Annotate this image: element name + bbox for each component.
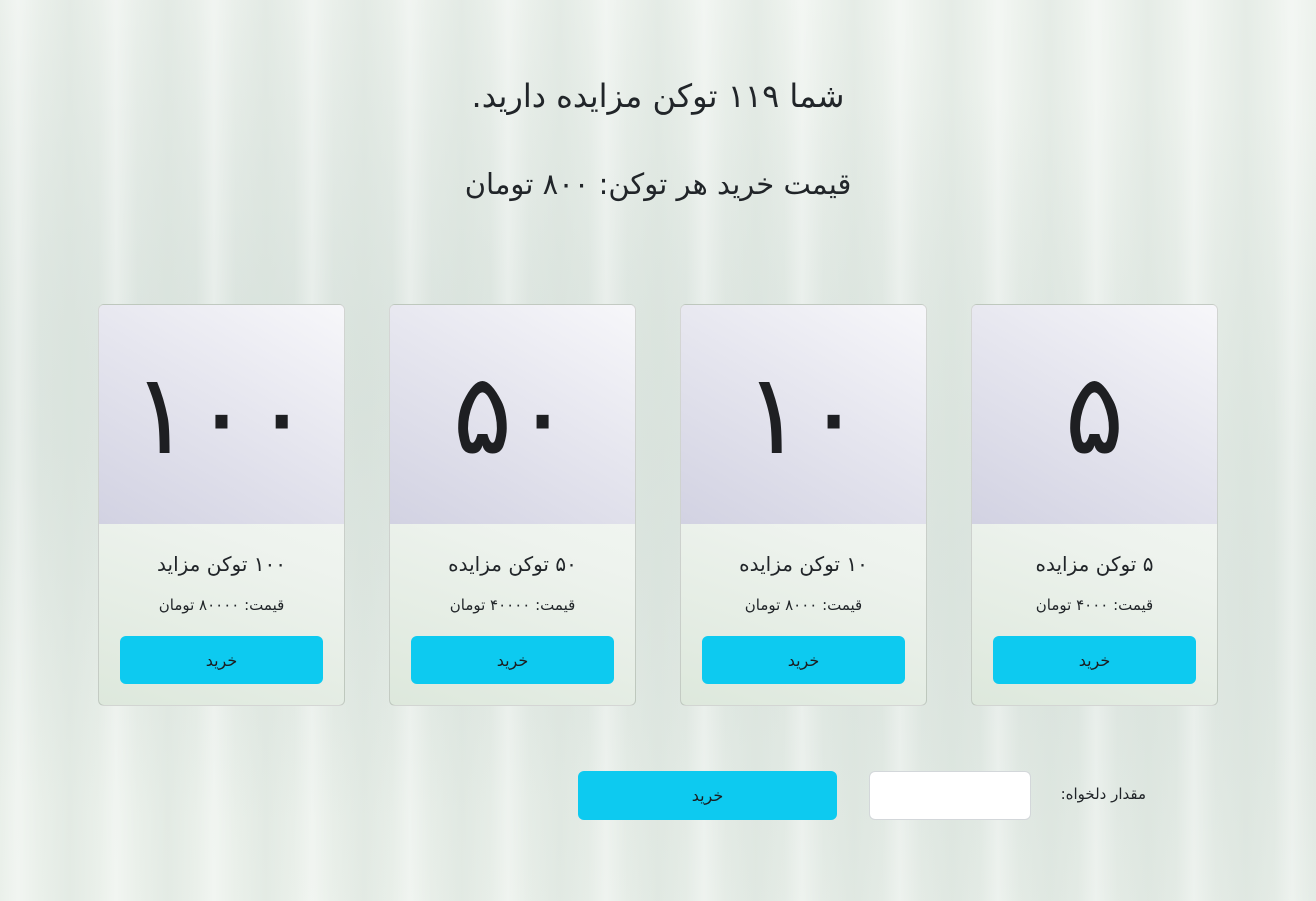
package-number: ۱۰۰: [131, 349, 312, 480]
package-card-10: ۱۰ ۱۰ توکن مزایده قیمت: ۸۰۰۰ تومان خرید: [680, 304, 927, 706]
custom-buy-button[interactable]: خرید: [578, 771, 837, 820]
package-title: ۵۰ توکن مزایده: [448, 552, 577, 576]
package-price: قیمت: ۴۰۰۰ تومان: [1035, 596, 1154, 614]
package-image: ۱۰۰: [99, 305, 344, 524]
package-card-5: ۵ ۵ توکن مزایده قیمت: ۴۰۰۰ تومان خرید: [971, 304, 1218, 706]
package-number: ۵: [1064, 349, 1125, 480]
buy-button-10[interactable]: خرید: [702, 636, 905, 684]
package-image: ۵: [972, 305, 1217, 524]
package-title: ۱۰ توکن مزایده: [739, 552, 868, 576]
package-image: ۱۰: [681, 305, 926, 524]
package-number: ۱۰: [743, 349, 864, 480]
buy-button-100[interactable]: خرید: [120, 636, 323, 684]
token-purchase-page: شما ۱۱۹ توکن مزایده دارید. قیمت خرید هر …: [0, 0, 1316, 901]
buy-button-5[interactable]: خرید: [993, 636, 1196, 684]
package-card-100: ۱۰۰ ۱۰۰ توکن مزاید قیمت: ۸۰۰۰۰ تومان خری…: [98, 304, 345, 706]
package-price: قیمت: ۸۰۰۰ تومان: [744, 596, 863, 614]
token-balance-heading: شما ۱۱۹ توکن مزایده دارید.: [471, 77, 845, 115]
package-price: قیمت: ۴۰۰۰۰ تومان: [449, 596, 576, 614]
custom-amount-label: مقدار دلخواه:: [1060, 785, 1146, 803]
package-image: ۵۰: [390, 305, 635, 524]
package-card-50: ۵۰ ۵۰ توکن مزایده قیمت: ۴۰۰۰۰ تومان خرید: [389, 304, 636, 706]
package-title: ۱۰۰ توکن مزاید: [157, 552, 286, 576]
token-price-heading: قیمت خرید هر توکن: ۸۰۰ تومان: [464, 167, 852, 201]
package-title: ۵ توکن مزایده: [1035, 552, 1154, 576]
custom-amount-input[interactable]: [869, 771, 1031, 820]
buy-button-50[interactable]: خرید: [411, 636, 614, 684]
package-price: قیمت: ۸۰۰۰۰ تومان: [158, 596, 285, 614]
package-number: ۵۰: [452, 349, 573, 480]
package-cards: ۵ ۵ توکن مزایده قیمت: ۴۰۰۰ تومان خرید ۱۰…: [98, 304, 1220, 708]
